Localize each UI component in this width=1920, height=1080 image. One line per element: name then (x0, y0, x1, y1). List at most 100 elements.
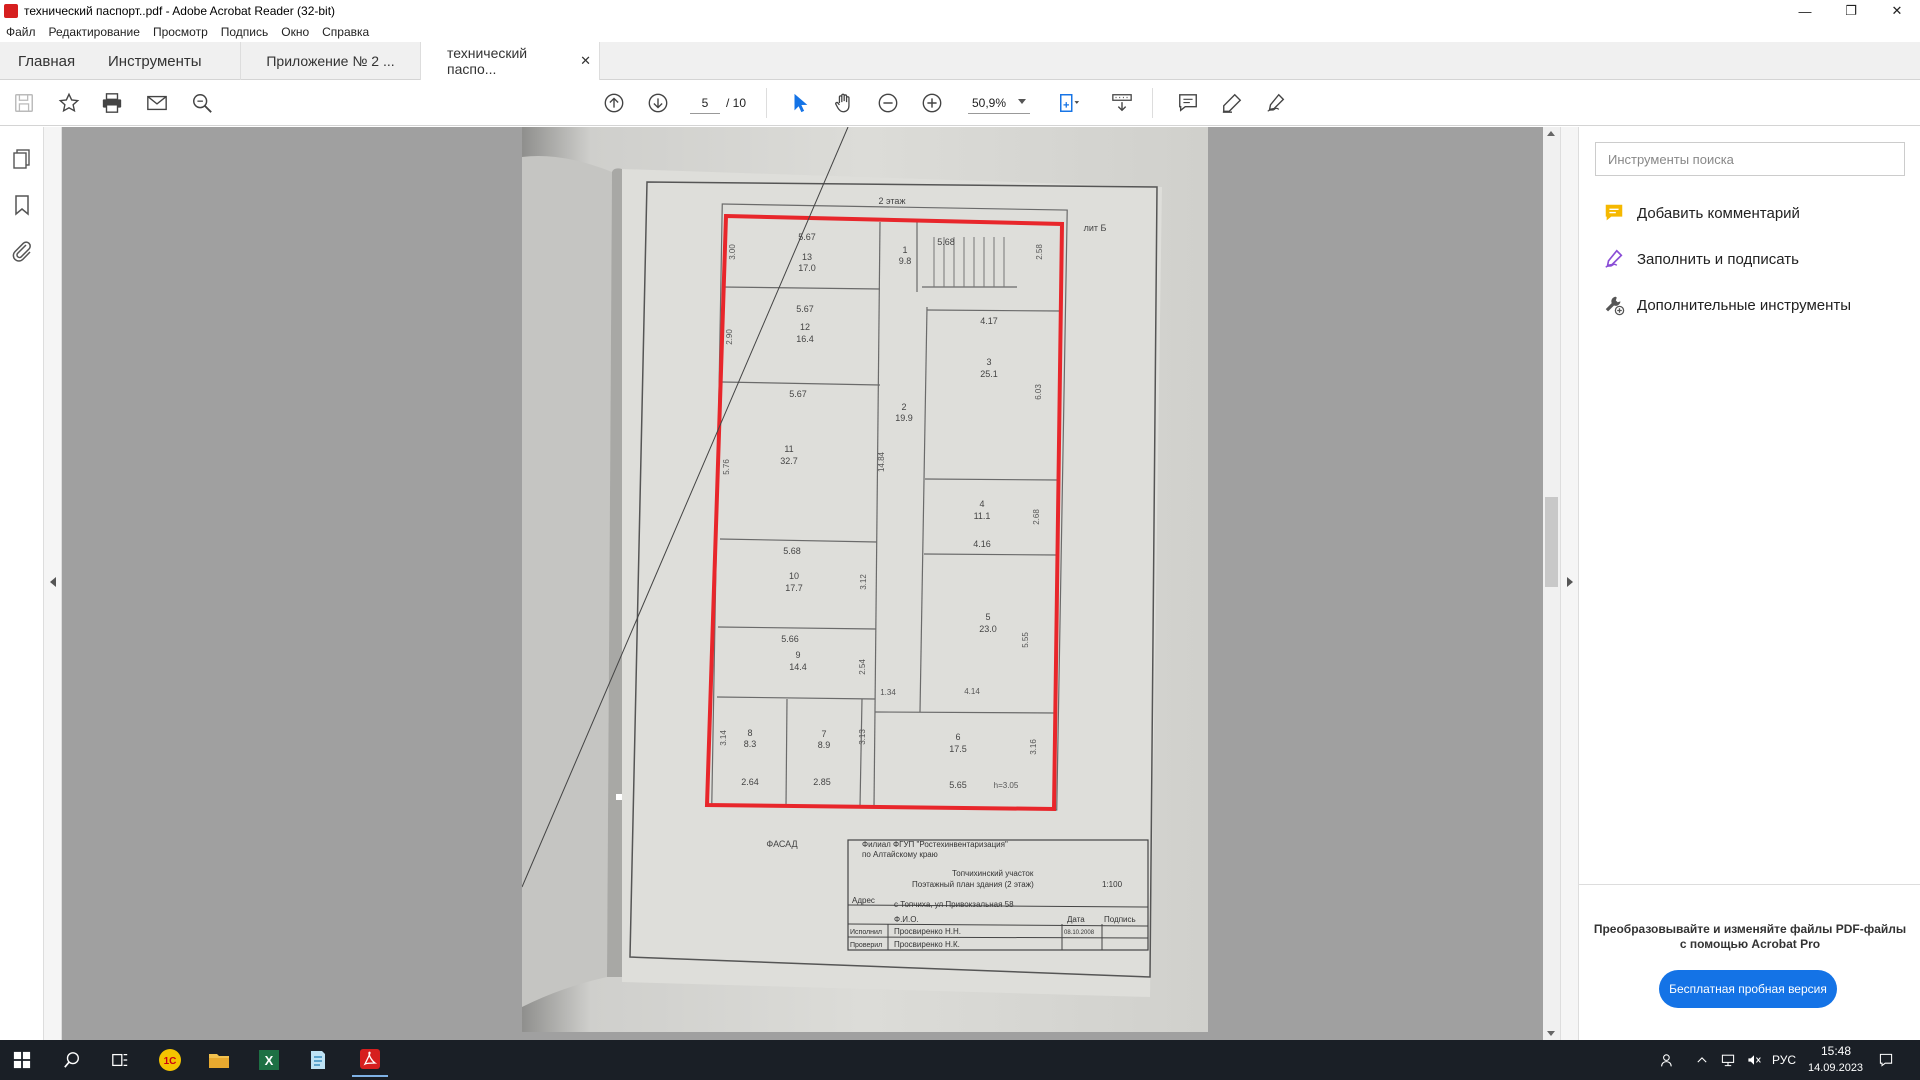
menu-help[interactable]: Справка (322, 25, 369, 39)
chevron-down-icon[interactable] (1018, 99, 1026, 104)
dim-text: 2.68 (1032, 509, 1041, 525)
fill-and-sign-label: Заполнить и подписать (1637, 250, 1799, 268)
room-7-number: 7 (821, 729, 826, 739)
clock-date[interactable]: 14.09.2023 (1808, 1062, 1863, 1074)
room-13-number: 13 (802, 252, 812, 262)
selection-handle[interactable] (616, 794, 622, 800)
stamp-address-label: Адрес (852, 896, 875, 905)
sign-icon[interactable] (1264, 91, 1288, 115)
close-window-button[interactable]: ✕ (1874, 0, 1920, 22)
room-7-area: 8.9 (818, 740, 831, 750)
free-trial-button[interactable]: Бесплатная пробная версия (1659, 970, 1837, 1008)
main-toolbar: 5 / 10 50,9% (0, 80, 1920, 126)
acrobat-taskbar-icon[interactable] (352, 1043, 388, 1077)
tab-document-2[interactable]: технический паспо... ✕ (420, 42, 600, 80)
scroll-down-icon[interactable] (1547, 1031, 1555, 1036)
tab-home[interactable]: Главная (0, 42, 90, 80)
restore-button[interactable]: ❐ (1828, 0, 1874, 22)
menu-bar: Файл Редактирование Просмотр Подпись Окн… (0, 22, 1920, 42)
chevron-up-icon[interactable] (1688, 1046, 1716, 1074)
facade-label: ФАСАД (766, 839, 797, 849)
menu-window[interactable]: Окно (281, 25, 309, 39)
dim-text: 3.16 (1029, 739, 1038, 755)
file-explorer-icon[interactable] (205, 1046, 233, 1074)
chevron-right-icon (1567, 577, 1573, 587)
svg-text:X: X (265, 1053, 274, 1068)
attachment-icon[interactable] (10, 239, 34, 263)
minimize-button[interactable]: — (1782, 0, 1828, 22)
dim-text: 6.03 (1034, 384, 1043, 400)
dim-text: 3.13 (858, 729, 867, 745)
select-cursor-icon[interactable] (788, 91, 812, 115)
collapse-right-panel[interactable] (1560, 127, 1578, 1040)
dim-text: 2.90 (725, 329, 734, 345)
windows-start-icon[interactable] (8, 1046, 36, 1074)
fill-and-sign-tool[interactable]: Заполнить и подписать (1603, 246, 1799, 272)
zoom-out-icon[interactable] (876, 91, 900, 115)
star-icon[interactable] (57, 91, 81, 115)
tab-tools[interactable]: Инструменты (90, 42, 240, 80)
wrench-plus-icon (1605, 296, 1625, 316)
room-10-area: 17.7 (785, 583, 803, 593)
room-7-dim: 2.85 (813, 777, 831, 787)
floor-label: 2 этаж (879, 196, 906, 206)
dim-text: h=3.05 (994, 781, 1019, 790)
room-3-number: 3 (986, 357, 991, 367)
room-4-dim: 4.16 (973, 539, 991, 549)
add-comment-tool[interactable]: Добавить комментарий (1603, 200, 1800, 226)
bookmark-icon[interactable] (10, 193, 34, 217)
tab-document-1[interactable]: Приложение № 2 ... (240, 42, 420, 80)
stamp-plan-title: Поэтажный план здания (2 этаж) (912, 880, 1034, 889)
people-icon[interactable] (1654, 1046, 1682, 1074)
menu-file[interactable]: Файл (6, 25, 36, 39)
tools-search-input[interactable]: Инструменты поиска (1595, 142, 1905, 176)
more-tools-label: Дополнительные инструменты (1637, 296, 1852, 314)
collapse-left-panel[interactable] (44, 127, 62, 1040)
page-number-input[interactable]: 5 (690, 92, 720, 114)
excel-icon[interactable]: X (255, 1046, 283, 1074)
highlight-pen-icon[interactable] (1220, 91, 1244, 115)
menu-edit[interactable]: Редактирование (49, 25, 140, 39)
room-2-number: 2 (901, 402, 906, 412)
room-4-area: 11.1 (974, 511, 991, 521)
print-icon[interactable] (100, 91, 124, 115)
close-tab-icon[interactable]: ✕ (580, 53, 591, 69)
search-zoom-icon[interactable] (190, 91, 214, 115)
page-thumbnails-icon[interactable] (10, 147, 34, 171)
zoom-in-icon[interactable] (920, 91, 944, 115)
room-1-number: 1 (902, 245, 907, 255)
more-tools-item[interactable]: Дополнительные инструменты (1603, 292, 1851, 318)
floor-plan-drawing: 13 17.0 5.67 1 9.8 5.68 12 16.4 5.67 3 2… (521, 127, 1208, 1032)
task-view-icon[interactable] (106, 1046, 134, 1074)
clock-time[interactable]: 15:48 (1821, 1044, 1851, 1058)
toolbar-divider (1152, 88, 1153, 118)
hand-tool-icon[interactable] (832, 91, 856, 115)
tab-bar: Главная Инструменты Приложение № 2 ... т… (0, 42, 1920, 80)
notepad-app-icon[interactable] (304, 1046, 332, 1074)
room-8-dim: 2.64 (741, 777, 759, 787)
vertical-scrollbar[interactable] (1543, 127, 1560, 1040)
scrollbar-thumb[interactable] (1545, 497, 1558, 587)
scroll-up-icon[interactable] (1547, 131, 1555, 136)
document-view[interactable]: 13 17.0 5.67 1 9.8 5.68 12 16.4 5.67 3 2… (62, 127, 1543, 1040)
notification-icon[interactable] (1872, 1046, 1900, 1074)
previous-page-icon[interactable] (602, 91, 626, 115)
menu-sign[interactable]: Подпись (221, 25, 269, 39)
1c-app-icon[interactable]: 1С (156, 1046, 184, 1074)
language-indicator[interactable]: РУС (1772, 1053, 1796, 1067)
next-page-icon[interactable] (646, 91, 670, 115)
volume-muted-icon[interactable] (1740, 1046, 1768, 1074)
scroll-mode-icon[interactable] (1110, 91, 1134, 115)
room-9-number: 9 (795, 650, 800, 660)
menu-view[interactable]: Просмотр (153, 25, 208, 39)
email-icon[interactable] (145, 91, 169, 115)
save-icon[interactable] (12, 91, 36, 115)
network-icon[interactable] (1714, 1046, 1742, 1074)
room-6-dim: 5.65 (949, 780, 967, 790)
room-12-number: 12 (800, 322, 810, 332)
dim-text: 1.34 (880, 688, 896, 697)
page-fit-icon[interactable] (1057, 91, 1081, 115)
search-icon[interactable] (58, 1046, 86, 1074)
promo-divider (1579, 884, 1920, 885)
comment-icon[interactable] (1176, 91, 1200, 115)
